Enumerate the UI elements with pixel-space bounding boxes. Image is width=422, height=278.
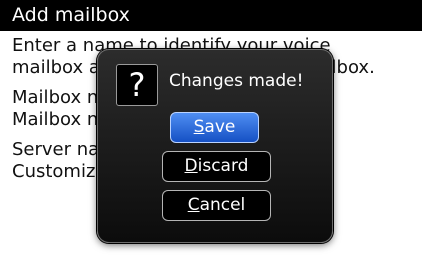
window-title: Add mailbox	[0, 0, 422, 31]
cancel-button-label: ancel	[199, 195, 246, 215]
save-button-mnemonic: S	[193, 117, 205, 137]
discard-button[interactable]: Discard	[162, 151, 271, 182]
cancel-button[interactable]: Cancel	[162, 190, 271, 221]
changes-made-dialog: ? Changes made! Save Discard Cancel	[97, 49, 333, 243]
discard-button-mnemonic: D	[184, 156, 198, 176]
save-button-label: ave	[204, 117, 236, 137]
discard-button-label: iscard	[197, 156, 249, 176]
dialog-message: Changes made!	[169, 71, 304, 91]
question-icon: ?	[116, 64, 158, 106]
save-button[interactable]: Save	[170, 112, 259, 143]
cancel-button-mnemonic: C	[187, 195, 200, 215]
